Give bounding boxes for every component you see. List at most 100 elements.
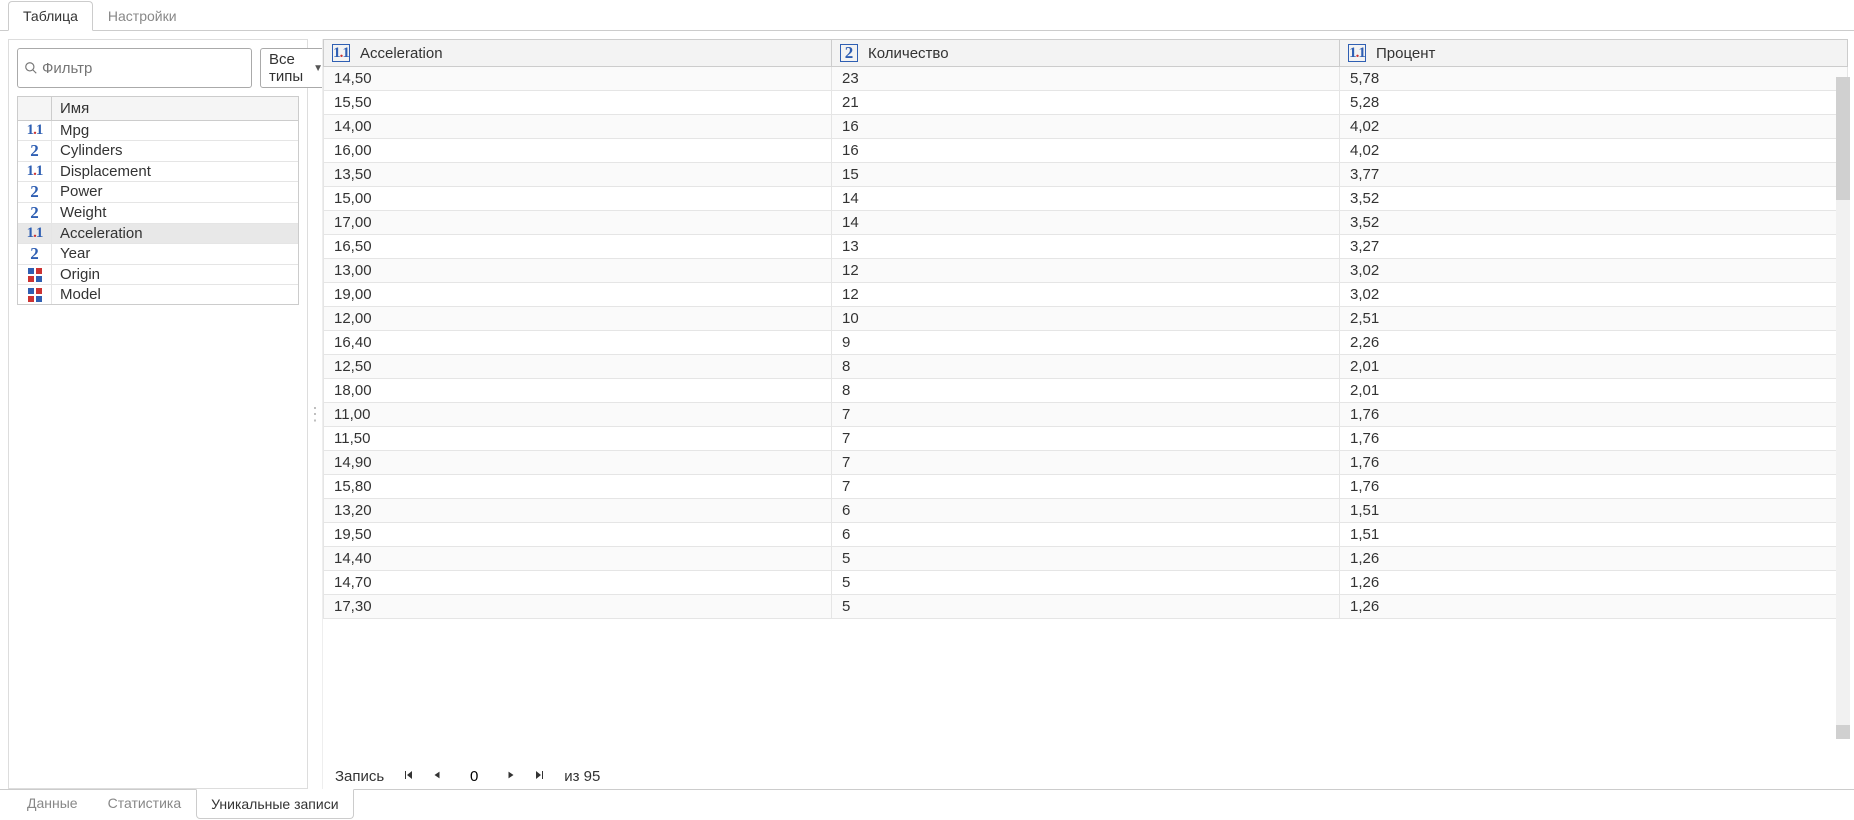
bottom-tab-2[interactable]: Уникальные записи: [196, 789, 353, 819]
field-type-icon: 1.1: [18, 224, 52, 243]
table-cell: 4,02: [1340, 139, 1848, 163]
table-cell: 5,78: [1340, 67, 1848, 91]
pager-prev-button[interactable]: [432, 768, 442, 785]
table-row[interactable]: 16,00164,02: [324, 139, 1848, 163]
table-row[interactable]: 11,0071,76: [324, 403, 1848, 427]
table-cell: 16: [832, 139, 1340, 163]
scrollbar-down-button[interactable]: [1836, 725, 1850, 739]
table-cell: 7: [832, 451, 1340, 475]
column-header-0[interactable]: 1.1Acceleration: [324, 40, 832, 67]
table-cell: 14,00: [324, 115, 832, 139]
table-cell: 1,26: [1340, 595, 1848, 619]
table-row[interactable]: 15,00143,52: [324, 187, 1848, 211]
table-cell: 8: [832, 355, 1340, 379]
table-cell: 12: [832, 259, 1340, 283]
table-row[interactable]: 14,00164,02: [324, 115, 1848, 139]
pager-first-button[interactable]: [402, 768, 414, 785]
table-row[interactable]: 19,00123,02: [324, 283, 1848, 307]
table-row[interactable]: 11,5071,76: [324, 427, 1848, 451]
table-row[interactable]: 19,5061,51: [324, 523, 1848, 547]
filter-input-wrap[interactable]: [17, 48, 252, 88]
table-row[interactable]: 14,4051,26: [324, 547, 1848, 571]
table-row[interactable]: 17,3051,26: [324, 595, 1848, 619]
table-cell: 1,26: [1340, 547, 1848, 571]
table-row[interactable]: 15,50215,28: [324, 91, 1848, 115]
field-name-label: Cylinders: [52, 141, 298, 161]
table-row[interactable]: 14,9071,76: [324, 451, 1848, 475]
table-cell: 14: [832, 211, 1340, 235]
field-name-label: Origin: [52, 265, 298, 284]
bottom-tab-0[interactable]: Данные: [12, 789, 93, 819]
panel-splitter[interactable]: [308, 39, 322, 789]
table-cell: 15,80: [324, 475, 832, 499]
table-cell: 12,50: [324, 355, 832, 379]
top-tab-1[interactable]: Настройки: [93, 1, 192, 31]
top-tab-0[interactable]: Таблица: [8, 1, 93, 31]
record-pager: Запись из 95: [323, 764, 1852, 789]
table-cell: 3,52: [1340, 187, 1848, 211]
field-name-label: Displacement: [52, 162, 298, 181]
pager-last-button[interactable]: [534, 768, 546, 785]
table-cell: 1,76: [1340, 427, 1848, 451]
field-row-mpg[interactable]: 1.1Mpg: [18, 121, 298, 141]
pager-current-input[interactable]: [460, 768, 488, 785]
field-row-model[interactable]: Model: [18, 285, 298, 304]
column-header-2[interactable]: 1.1Процент: [1340, 40, 1848, 67]
column-header-1[interactable]: 2Количество: [832, 40, 1340, 67]
table-row[interactable]: 13,50153,77: [324, 163, 1848, 187]
table-row[interactable]: 16,4092,26: [324, 331, 1848, 355]
pager-label: Запись: [335, 768, 384, 785]
table-row[interactable]: 13,2061,51: [324, 499, 1848, 523]
field-row-displacement[interactable]: 1.1Displacement: [18, 162, 298, 182]
field-type-icon: [18, 265, 52, 284]
table-cell: 13,20: [324, 499, 832, 523]
pager-next-button[interactable]: [506, 768, 516, 785]
fields-header: Имя: [18, 97, 298, 121]
pager-of-label: из: [564, 768, 579, 785]
field-type-icon: 2: [18, 182, 52, 202]
scrollbar-thumb[interactable]: [1836, 77, 1850, 200]
table-row[interactable]: 12,00102,51: [324, 307, 1848, 331]
table-cell: 12: [832, 283, 1340, 307]
fields-header-name[interactable]: Имя: [52, 97, 298, 120]
table-cell: 1,51: [1340, 499, 1848, 523]
field-row-year[interactable]: 2Year: [18, 244, 298, 265]
field-row-cylinders[interactable]: 2Cylinders: [18, 141, 298, 162]
table-cell: 5: [832, 571, 1340, 595]
table-row[interactable]: 14,50235,78: [324, 67, 1848, 91]
table-cell: 11,50: [324, 427, 832, 451]
data-table-wrap[interactable]: 1.1Acceleration2Количество1.1Процент 14,…: [323, 39, 1852, 764]
table-cell: 3,77: [1340, 163, 1848, 187]
field-row-weight[interactable]: 2Weight: [18, 203, 298, 224]
table-row[interactable]: 16,50133,27: [324, 235, 1848, 259]
field-name-label: Power: [52, 182, 298, 202]
field-row-origin[interactable]: Origin: [18, 265, 298, 285]
field-row-acceleration[interactable]: 1.1Acceleration: [18, 224, 298, 244]
filter-input[interactable]: [38, 58, 245, 79]
table-cell: 2,01: [1340, 379, 1848, 403]
table-cell: 7: [832, 403, 1340, 427]
table-cell: 10: [832, 307, 1340, 331]
fields-table: Имя 1.1Mpg2Cylinders1.1Displacement2Powe…: [17, 96, 299, 305]
table-cell: 17,30: [324, 595, 832, 619]
field-row-power[interactable]: 2Power: [18, 182, 298, 203]
vertical-scrollbar[interactable]: [1836, 77, 1850, 739]
table-cell: 4,02: [1340, 115, 1848, 139]
table-cell: 14,90: [324, 451, 832, 475]
table-cell: 3,52: [1340, 211, 1848, 235]
table-row[interactable]: 12,5082,01: [324, 355, 1848, 379]
table-cell: 19,00: [324, 283, 832, 307]
table-row[interactable]: 17,00143,52: [324, 211, 1848, 235]
table-row[interactable]: 18,0082,01: [324, 379, 1848, 403]
table-row[interactable]: 15,8071,76: [324, 475, 1848, 499]
table-cell: 14,70: [324, 571, 832, 595]
table-row[interactable]: 13,00123,02: [324, 259, 1848, 283]
table-cell: 15,50: [324, 91, 832, 115]
table-cell: 8: [832, 379, 1340, 403]
table-cell: 14,40: [324, 547, 832, 571]
bottom-tab-1[interactable]: Статистика: [93, 789, 197, 819]
main-area: Все типы ▼ Имя 1.1Mpg2Cylinders1.1Displa…: [0, 31, 1854, 789]
field-name-label: Year: [52, 244, 298, 264]
table-cell: 13,50: [324, 163, 832, 187]
table-row[interactable]: 14,7051,26: [324, 571, 1848, 595]
